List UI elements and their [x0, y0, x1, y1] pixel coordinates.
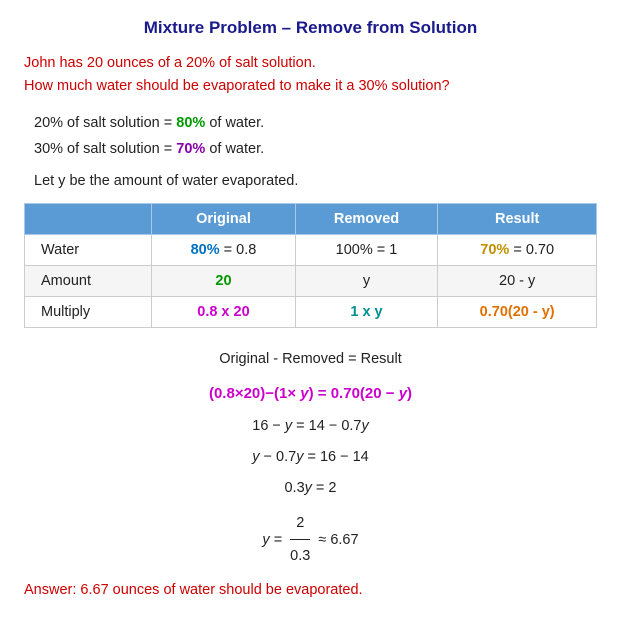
amount-removed: y — [295, 265, 438, 296]
note-line1: 20% of salt solution = 80% of water. — [34, 110, 597, 136]
amount-result: 20 - y — [438, 265, 597, 296]
fraction-denominator: 0.3 — [290, 540, 310, 571]
problem-text: John has 20 ounces of a 20% of salt solu… — [24, 52, 597, 98]
equation-3: y − 0.7y = 16 − 14 — [24, 442, 597, 472]
col-header-removed: Removed — [295, 203, 438, 234]
mixture-table: Original Removed Result Water 80% = 0.8 … — [24, 203, 597, 328]
table-row-water: Water 80% = 0.8 100% = 1 70% = 0.70 — [25, 234, 597, 265]
multiply-removed: 1 x y — [295, 296, 438, 327]
equation-5: y = 2 0.3 ≈ 6.67 — [24, 508, 597, 572]
row-label-multiply: Multiply — [25, 296, 152, 327]
fraction-numerator: 2 — [290, 508, 310, 540]
title: Mixture Problem – Remove from Solution — [24, 18, 597, 38]
answer-text: Answer: 6.67 ounces of water should be e… — [24, 582, 597, 598]
col-header-label — [25, 203, 152, 234]
fraction: 2 0.3 — [290, 508, 310, 572]
row-label-amount: Amount — [25, 265, 152, 296]
equation-label: Original - Removed = Result — [24, 344, 597, 374]
row-label-water: Water — [25, 234, 152, 265]
table-row-amount: Amount 20 y 20 - y — [25, 265, 597, 296]
equation-4: 0.3y = 2 — [24, 473, 597, 503]
table-row-multiply: Multiply 0.8 x 20 1 x y 0.70(20 - y) — [25, 296, 597, 327]
water-original: 80% = 0.8 — [152, 234, 295, 265]
water-removed: 100% = 1 — [295, 234, 438, 265]
multiply-result: 0.70(20 - y) — [438, 296, 597, 327]
problem-line2: How much water should be evaporated to m… — [24, 75, 597, 98]
col-header-original: Original — [152, 203, 295, 234]
equation-1: (0.8×20)−(1× y) = 0.70(20 − y) — [24, 378, 597, 410]
multiply-original: 0.8 x 20 — [152, 296, 295, 327]
amount-original: 20 — [152, 265, 295, 296]
col-header-result: Result — [438, 203, 597, 234]
equations-section: Original - Removed = Result (0.8×20)−(1×… — [24, 344, 597, 572]
note-line2: 30% of salt solution = 70% of water. — [34, 136, 597, 162]
equation-2: 16 − y = 14 − 0.7y — [24, 411, 597, 441]
let-statement: Let y be the amount of water evaporated. — [34, 173, 597, 189]
notes: 20% of salt solution = 80% of water. 30%… — [34, 110, 597, 162]
problem-line1: John has 20 ounces of a 20% of salt solu… — [24, 52, 597, 75]
water-result: 70% = 0.70 — [438, 234, 597, 265]
